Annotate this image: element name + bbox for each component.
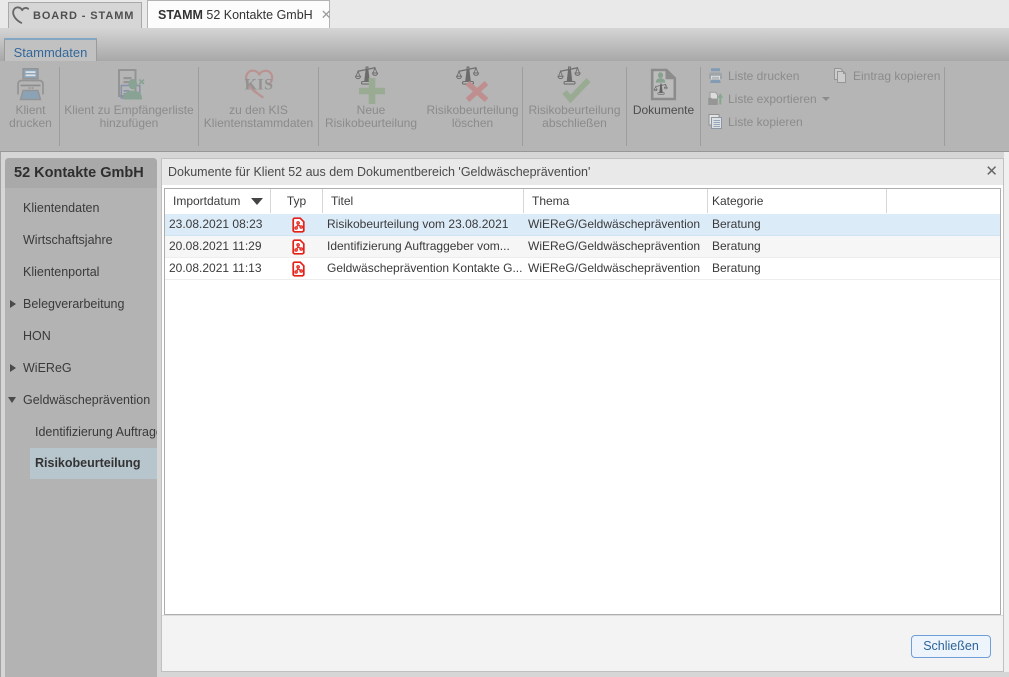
svg-text:KIS: KIS [244, 77, 273, 94]
